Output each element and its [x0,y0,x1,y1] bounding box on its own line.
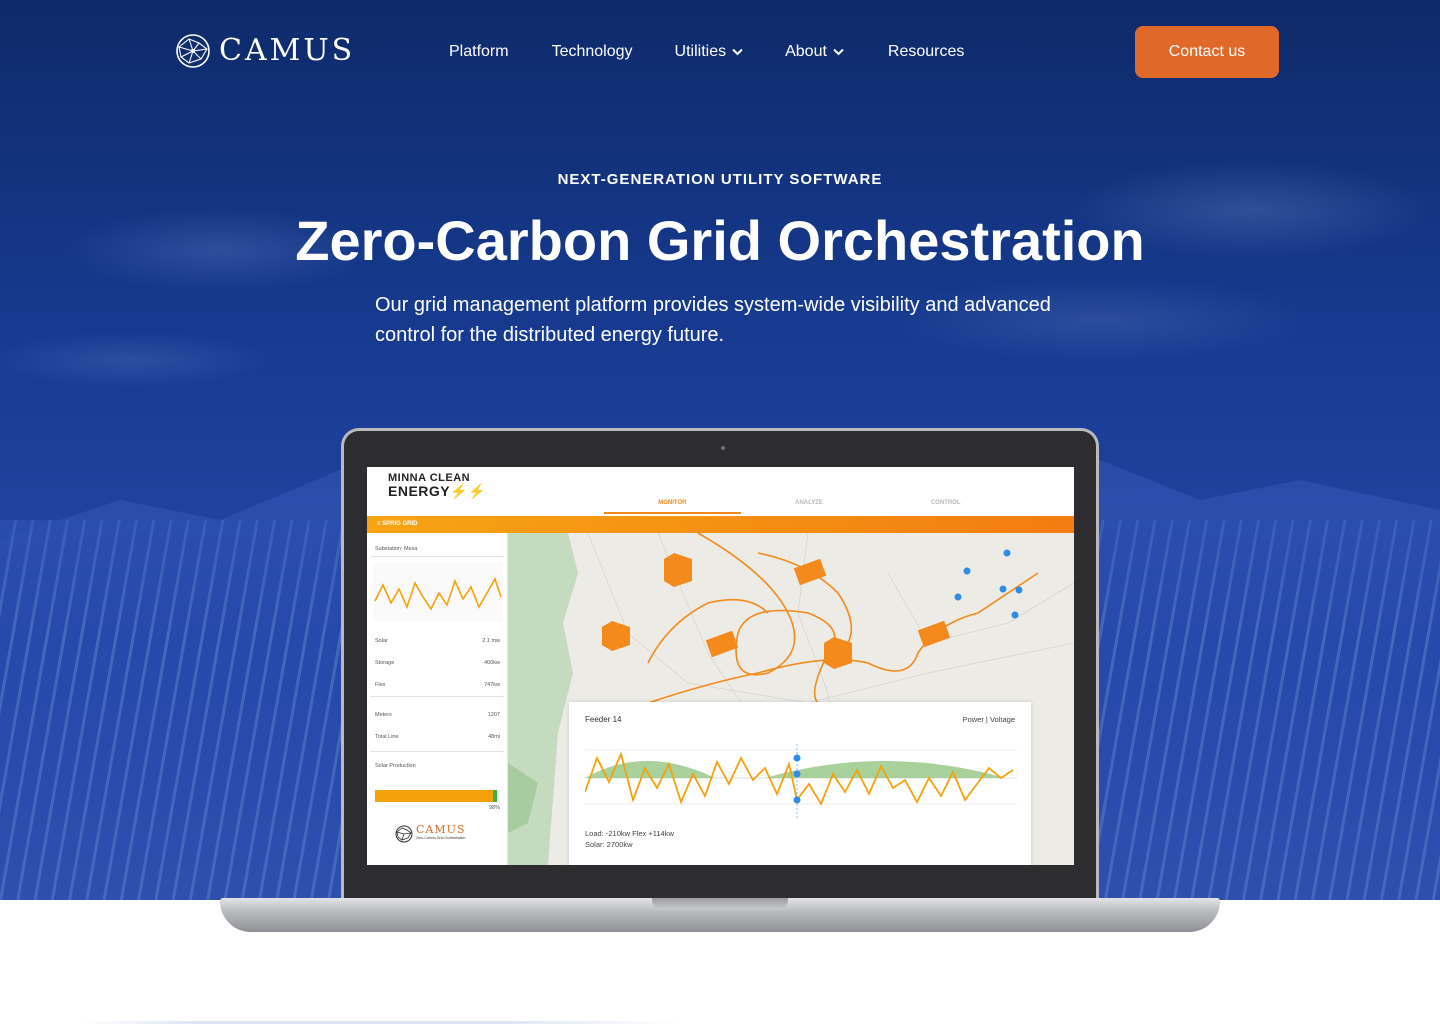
sidebar-divider [371,556,504,557]
chevron-down-icon [833,48,844,56]
solar-production-pct: 98% [488,805,500,811]
stat-label: Storage [375,660,395,666]
stat-value: 2.1 mw [482,638,500,644]
nav-item-about[interactable]: About [785,43,844,61]
lightning-bolt-icon: ⚡⚡ [450,483,486,499]
nav-label: Technology [551,43,633,60]
feeder-mode-toggle[interactable]: Power | Voltage [963,715,1015,724]
tab-monitor[interactable]: MONITOR [604,500,741,514]
stat-value: 747kw [484,682,500,688]
globe-logo-icon [395,825,413,843]
grid-title-bar: ≡ SPRIG GRID [367,516,1074,533]
sidebar-divider [371,751,504,752]
stat-label: Solar [375,638,388,644]
nav-label: Utilities [674,43,727,60]
laptop-notch [652,898,788,910]
nav-label: Platform [449,43,509,60]
substation-sparkline [373,563,503,621]
stat-label: Flex [375,682,386,688]
feeder-title: Feeder 14 [585,715,622,724]
chevron-down-icon [732,48,743,56]
feeder-readout: Load: -210kw Flex +114kw Solar: 2700kw [585,828,674,850]
utility-brand: MINNA CLEAN ENERGY⚡⚡ [388,473,486,499]
mini-logo-text: CAMUS [416,823,466,836]
nav-item-resources[interactable]: Resources [888,43,964,61]
utility-brand-line2: ENERGY [388,483,451,499]
nav-label: About [785,43,827,60]
feeder-panel: Feeder 14 Power | Voltage Load: -210kw F… [569,702,1031,865]
stat-value: 1207 [487,712,500,718]
nav-item-platform[interactable]: Platform [449,43,509,61]
hero-eyebrow: NEXT-GENERATION UTILITY SOFTWARE [557,171,883,188]
contact-us-button[interactable]: Contact us [1135,26,1279,78]
stat-value: 48mi [488,734,500,740]
dashboard-sidebar: Substation: Mesa Solar 2.1 mw Storage 40… [367,533,508,865]
stat-label: Total Line [375,734,399,740]
sidebar-divider [371,696,504,697]
laptop-screen-dashboard: MINNA CLEAN ENERGY⚡⚡ MONITOR ANALYZE CON… [367,467,1074,865]
stat-label: Meters [375,712,392,718]
tab-analyze[interactable]: ANALYZE [741,500,878,514]
solar-production-label: Solar Production [375,763,416,769]
feeder-load-line: Load: -210kw Flex +114kw [585,829,674,838]
solar-production-fill [375,790,497,802]
laptop-camera [721,446,725,450]
dashboard-header: MINNA CLEAN ENERGY⚡⚡ MONITOR ANALYZE CON… [367,467,1074,516]
nav-label: Resources [887,43,965,60]
nav-item-technology[interactable]: Technology [552,43,633,61]
dashboard-tabs: MONITOR ANALYZE CONTROL [604,500,1014,514]
stat-value: 400kw [484,660,500,666]
camus-logo[interactable]: CAMUS [175,33,355,69]
mini-logo-tagline: Zero-Carbon Grid Orchestration [416,836,466,840]
globe-logo-icon [176,34,210,68]
camus-mini-logo: CAMUS Zero-Carbon Grid Orchestration [395,823,466,843]
solar-production-bar [375,790,499,802]
feeder-solar-line: Solar: 2700kw [585,840,633,849]
main-nav: Platform Technology Utilities About Reso… [449,40,964,64]
substation-label: Substation: Mesa [375,546,418,552]
tab-control[interactable]: CONTROL [877,500,1014,514]
nav-item-utilities[interactable]: Utilities [675,43,744,61]
feeder-chart [585,744,1017,818]
hero-headline: Zero-Carbon Grid Orchestration [295,209,1145,272]
hero-subtext: Our grid management platform provides sy… [375,294,1051,346]
logo-wordmark: CAMUS [219,33,356,68]
